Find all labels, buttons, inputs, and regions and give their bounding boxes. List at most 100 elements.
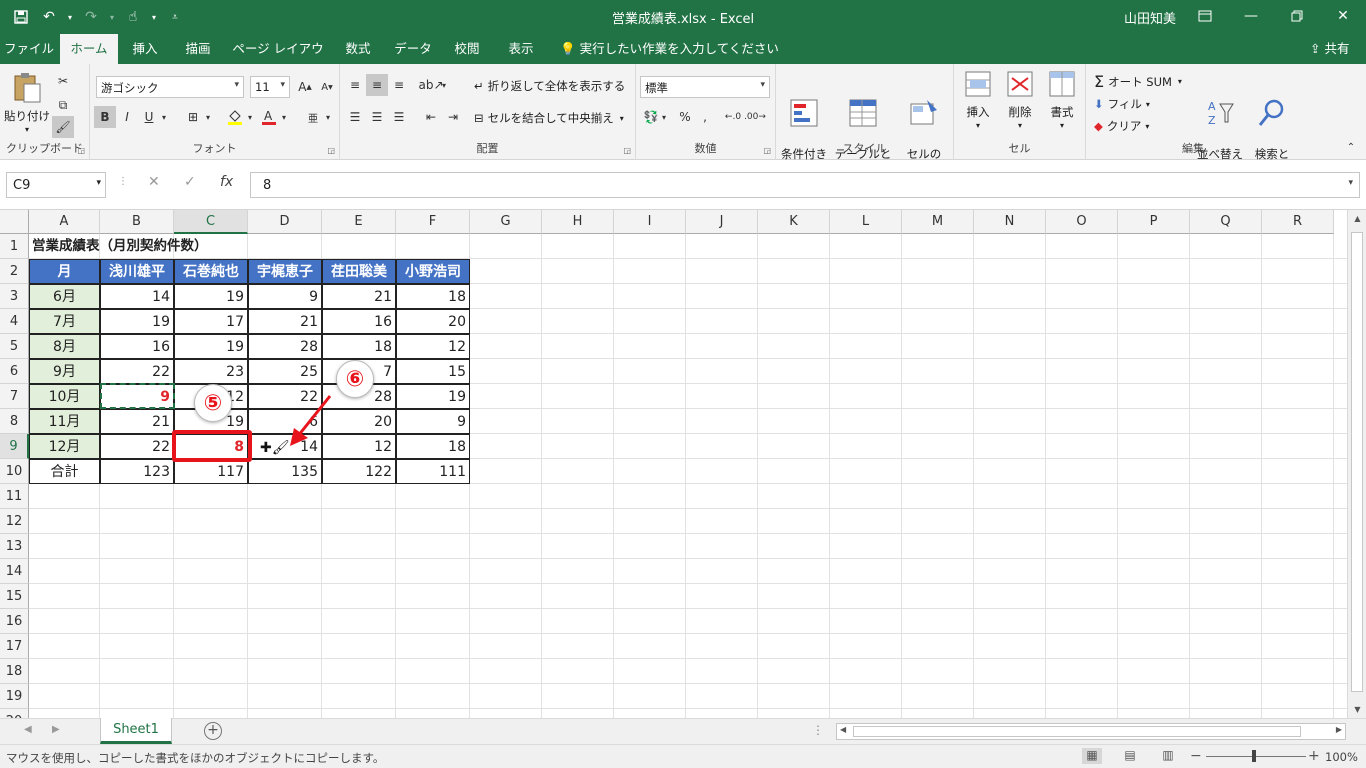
month-cell[interactable]: 11月 bbox=[29, 409, 100, 434]
add-sheet-icon[interactable]: + bbox=[204, 722, 222, 740]
header-cell[interactable]: 宇梶恵子 bbox=[248, 259, 322, 284]
column-header-p[interactable]: P bbox=[1118, 210, 1190, 234]
phonetic-dropdown-icon[interactable]: ▾ bbox=[322, 106, 334, 128]
column-header-c[interactable]: C bbox=[174, 210, 248, 234]
row-header-4[interactable]: 4 bbox=[0, 309, 29, 334]
format-painter-icon[interactable]: 🖌 bbox=[52, 116, 74, 138]
row-header-10[interactable]: 10 bbox=[0, 459, 29, 484]
restore-icon[interactable] bbox=[1274, 0, 1320, 32]
bold-icon[interactable]: B bbox=[94, 106, 116, 128]
row-header-12[interactable]: 12 bbox=[0, 509, 29, 534]
table-cell[interactable]: 135 bbox=[248, 459, 322, 484]
month-cell[interactable]: 7月 bbox=[29, 309, 100, 334]
confirm-entry-icon[interactable]: ✓ bbox=[184, 174, 196, 190]
select-all-corner[interactable] bbox=[0, 210, 29, 234]
table-cell[interactable]: 21 bbox=[100, 409, 174, 434]
font-size-combo[interactable]: 11 ▾ bbox=[250, 76, 290, 98]
delete-cells-button[interactable]: 削除 ▾ bbox=[1000, 70, 1040, 133]
table-cell[interactable]: 111 bbox=[396, 459, 470, 484]
copy-icon[interactable]: ⧉ bbox=[52, 94, 74, 116]
month-cell[interactable]: 12月 bbox=[29, 434, 100, 459]
minimize-icon[interactable]: — bbox=[1228, 0, 1274, 32]
month-cell[interactable]: 9月 bbox=[29, 359, 100, 384]
table-cell[interactable]: 21 bbox=[248, 309, 322, 334]
row-header-15[interactable]: 15 bbox=[0, 584, 29, 609]
page-layout-view-icon[interactable]: ▤ bbox=[1120, 748, 1140, 764]
tab-review[interactable]: 校閲 bbox=[442, 34, 492, 64]
row-header-13[interactable]: 13 bbox=[0, 534, 29, 559]
page-break-view-icon[interactable]: ▥ bbox=[1158, 748, 1178, 764]
column-header-h[interactable]: H bbox=[542, 210, 614, 234]
tab-draw[interactable]: 描画 bbox=[172, 34, 224, 64]
increase-indent-icon[interactable]: ⇥ bbox=[442, 106, 464, 128]
scroll-right-icon[interactable]: ▶ bbox=[1336, 725, 1342, 734]
column-header-o[interactable]: O bbox=[1046, 210, 1118, 234]
tab-data[interactable]: データ bbox=[386, 34, 440, 64]
tab-insert[interactable]: 挿入 bbox=[120, 34, 170, 64]
font-color-dropdown-icon[interactable]: ▾ bbox=[278, 106, 290, 128]
table-cell[interactable]: 12 bbox=[396, 334, 470, 359]
table-cell[interactable]: 16 bbox=[100, 334, 174, 359]
zoom-in-icon[interactable]: + bbox=[1308, 748, 1320, 764]
row-header-19[interactable]: 19 bbox=[0, 684, 29, 709]
row-header-14[interactable]: 14 bbox=[0, 559, 29, 584]
table-cell[interactable]: 22 bbox=[100, 434, 174, 459]
comma-style-icon[interactable]: , bbox=[694, 106, 716, 128]
row-header-20[interactable]: 20 bbox=[0, 709, 29, 718]
table-cell[interactable]: 22 bbox=[100, 359, 174, 384]
horizontal-scrollbar[interactable]: ◀ ▶ bbox=[836, 723, 1346, 740]
tell-me-box[interactable]: 💡 実行したい作業を入力してください bbox=[560, 34, 779, 64]
row-header-9[interactable]: 9 bbox=[0, 434, 29, 459]
cut-icon[interactable]: ✂ bbox=[52, 70, 74, 92]
table-cell[interactable]: 122 bbox=[322, 459, 396, 484]
font-launcher-icon[interactable]: ◲ bbox=[327, 146, 335, 155]
orientation-dropdown-icon[interactable]: ▾ bbox=[438, 74, 450, 96]
accounting-dropdown-icon[interactable]: ▾ bbox=[658, 106, 670, 128]
table-cell[interactable]: 19 bbox=[174, 284, 248, 309]
formula-input[interactable]: 8 ▾ bbox=[250, 172, 1360, 198]
merge-center-button[interactable]: ⊟ セルを結合して中央揃え ▾ bbox=[474, 110, 624, 126]
zoom-slider-knob[interactable] bbox=[1252, 750, 1256, 762]
align-right-icon[interactable]: ☰ bbox=[388, 106, 410, 128]
normal-view-icon[interactable]: ▦ bbox=[1082, 748, 1102, 764]
borders-dropdown-icon[interactable]: ▾ bbox=[202, 106, 214, 128]
align-left-icon[interactable]: ☰ bbox=[344, 106, 366, 128]
phonetic-guide-icon[interactable]: 亜 bbox=[302, 106, 324, 128]
row-header-1[interactable]: 1 bbox=[0, 234, 29, 259]
column-header-j[interactable]: J bbox=[686, 210, 758, 234]
column-header-q[interactable]: Q bbox=[1190, 210, 1262, 234]
worksheet-grid[interactable]: ABCDEFGHIJKLMNOPQR 1 2 3 4 5 6 7 8 9 10 11 12 13 14 15… bbox=[0, 210, 1366, 718]
column-header-k[interactable]: K bbox=[758, 210, 830, 234]
table-cell[interactable]: 23 bbox=[174, 359, 248, 384]
sheet-title-cell[interactable]: 営業成績表（月別契約件数） bbox=[29, 234, 208, 259]
table-cell[interactable]: 19 bbox=[100, 309, 174, 334]
month-cell[interactable]: 10月 bbox=[29, 384, 100, 409]
fill-color-icon[interactable] bbox=[224, 106, 246, 128]
align-center-icon[interactable]: ☰ bbox=[366, 106, 388, 128]
total-label-cell[interactable]: 合計 bbox=[29, 459, 100, 484]
paste-button[interactable]: 貼り付け ▾ bbox=[4, 72, 50, 137]
collapse-ribbon-icon[interactable]: ⌃ bbox=[1340, 136, 1362, 158]
tab-page-layout[interactable]: ページ レイアウト bbox=[228, 34, 328, 86]
row-header-11[interactable]: 11 bbox=[0, 484, 29, 509]
column-header-e[interactable]: E bbox=[322, 210, 396, 234]
row-header-7[interactable]: 7 bbox=[0, 384, 29, 409]
table-cell[interactable]: 16 bbox=[322, 309, 396, 334]
font-color-icon[interactable]: A bbox=[258, 106, 280, 128]
increase-decimal-icon[interactable]: ←.0 bbox=[722, 106, 744, 128]
table-cell[interactable]: 9 bbox=[396, 409, 470, 434]
scroll-down-icon[interactable]: ▼ bbox=[1348, 705, 1366, 714]
column-header-a[interactable]: A bbox=[29, 210, 100, 234]
tab-view[interactable]: 表示 bbox=[496, 34, 546, 64]
wrap-text-button[interactable]: ↵ 折り返して全体を表示する bbox=[474, 78, 625, 94]
underline-icon[interactable]: U bbox=[138, 106, 160, 128]
align-top-icon[interactable]: ≡ bbox=[344, 74, 366, 96]
table-cell[interactable]: 117 bbox=[174, 459, 248, 484]
tab-file[interactable]: ファイル bbox=[0, 34, 58, 64]
header-cell[interactable]: 石巻純也 bbox=[174, 259, 248, 284]
table-cell[interactable]: 17 bbox=[174, 309, 248, 334]
column-header-g[interactable]: G bbox=[470, 210, 542, 234]
percent-icon[interactable]: % bbox=[674, 106, 696, 128]
table-cell[interactable]: 19 bbox=[396, 384, 470, 409]
italic-icon[interactable]: I bbox=[116, 106, 138, 128]
